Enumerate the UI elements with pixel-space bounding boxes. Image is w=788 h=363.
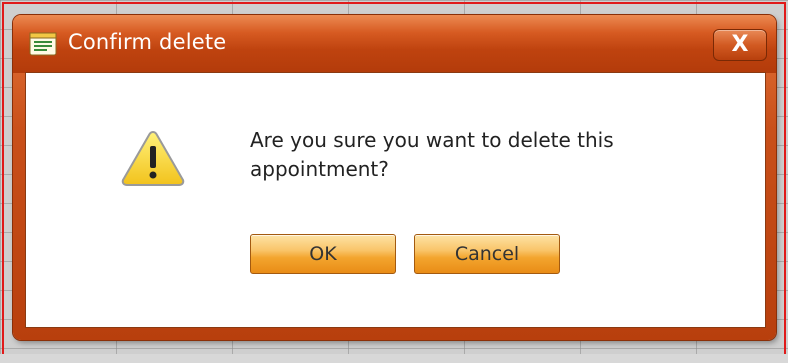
confirm-delete-dialog: Confirm delete X Are you sure you want t…	[13, 15, 776, 340]
dialog-title: Confirm delete	[68, 30, 227, 54]
cancel-button[interactable]: Cancel	[414, 234, 560, 274]
ok-button[interactable]: OK	[250, 234, 396, 274]
dialog-content: Are you sure you want to delete this app…	[25, 72, 766, 328]
calendar-window-icon	[29, 32, 57, 56]
close-icon: X	[731, 32, 749, 57]
warning-triangle-icon	[121, 130, 185, 186]
confirm-message: Are you sure you want to delete this app…	[250, 128, 614, 181]
close-button[interactable]: X	[713, 29, 767, 61]
dialog-titlebar[interactable]: Confirm delete X	[13, 15, 776, 73]
bottom-strip	[0, 354, 788, 363]
